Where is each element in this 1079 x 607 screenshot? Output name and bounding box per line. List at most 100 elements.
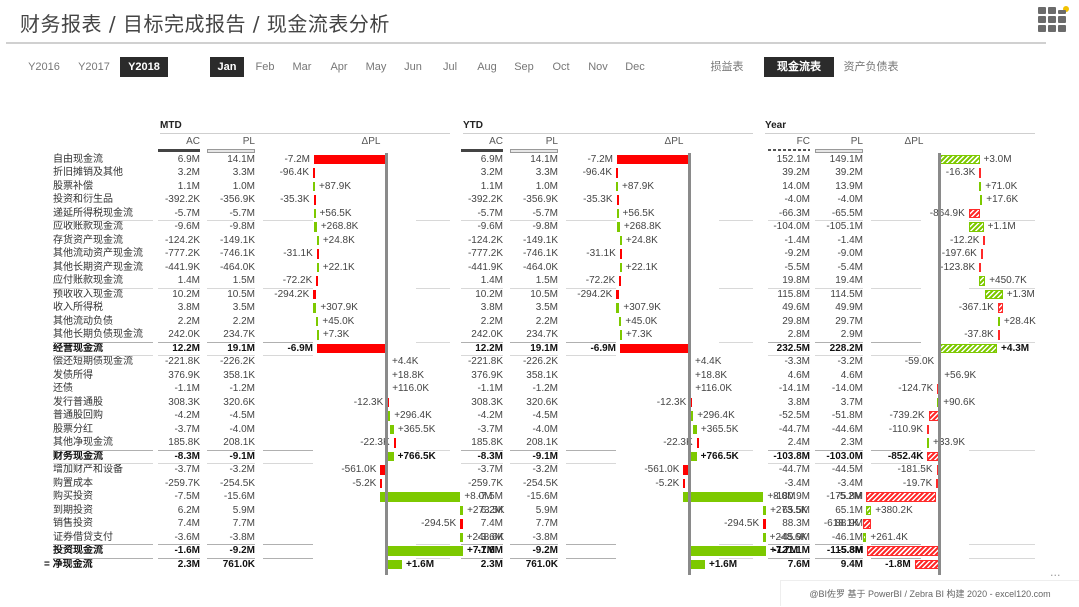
- delta-label: +365.5K: [397, 423, 436, 435]
- waterfall-axis: [688, 152, 691, 575]
- cell-fc: -14.1M: [778, 383, 810, 394]
- logo-tile: [1048, 16, 1056, 23]
- month-tab-jan[interactable]: Jan: [210, 57, 244, 77]
- month-tab-apr[interactable]: Apr: [326, 57, 352, 77]
- cell-fc: 2.4M: [787, 437, 810, 448]
- report-tab-1[interactable]: 现金流表: [764, 57, 834, 77]
- cell-pl: 358.1K: [526, 369, 558, 381]
- row-label: 股票补偿: [53, 180, 93, 192]
- waterfall-bar: [997, 303, 1003, 313]
- waterfall-bar: [616, 289, 620, 299]
- month-tab-jul[interactable]: Jul: [437, 57, 463, 77]
- month-tab-jun[interactable]: Jun: [400, 57, 426, 77]
- waterfall-bar: [380, 478, 383, 488]
- delta-label: -35.3K: [583, 194, 613, 205]
- cell-fc: 65.5M: [782, 504, 810, 516]
- logo-tile: [1058, 10, 1066, 14]
- waterfall-bar: [616, 208, 619, 218]
- delta-label: -19.7K: [902, 477, 933, 489]
- delta-label: -31.1K: [283, 248, 313, 259]
- row-label: 投资和衍生品: [53, 194, 113, 205]
- waterfall-bar: [316, 262, 319, 272]
- cell-pl: 3.3M: [535, 167, 558, 178]
- delta-label: +7.3K: [322, 329, 350, 340]
- grid-apps-icon[interactable]: [1038, 6, 1069, 34]
- waterfall-bar: [316, 276, 319, 286]
- cell-ac: -5.7M: [477, 207, 503, 219]
- column-header-delta-pl: ΔPL: [664, 136, 684, 147]
- cell-pl: 10.5M: [530, 288, 558, 300]
- cell-ac: 3.8M: [480, 302, 503, 313]
- year-tab-y2016[interactable]: Y2016: [24, 57, 64, 77]
- delta-label: -6.9M: [287, 342, 313, 354]
- month-tab-dec[interactable]: Dec: [622, 57, 648, 77]
- month-tab-oct[interactable]: Oct: [548, 57, 574, 77]
- row-separator: [566, 220, 616, 221]
- row-separator: [719, 287, 753, 289]
- month-tab-nov[interactable]: Nov: [585, 57, 611, 77]
- waterfall-bar: [313, 168, 316, 178]
- delta-label: -16.3K: [945, 167, 976, 178]
- waterfall-bar: [313, 303, 317, 313]
- cell-ac: 2.2M: [177, 315, 200, 327]
- report-tab-2[interactable]: 资产负债表: [836, 57, 906, 77]
- waterfall-bar: [867, 546, 939, 556]
- month-tab-feb[interactable]: Feb: [252, 57, 278, 77]
- cell-pl: 49.9M: [835, 302, 863, 313]
- waterfall-bar: [313, 289, 317, 299]
- year-tab-y2017[interactable]: Y2017: [74, 57, 114, 77]
- delta-label: -5.3M: [837, 545, 864, 556]
- year-tab-y2018[interactable]: Y2018: [120, 57, 168, 77]
- delta-label: +1.6M: [406, 558, 435, 570]
- delta-label: +1.1M: [987, 221, 1016, 232]
- delta-label: +18.8K: [392, 369, 425, 381]
- cell-pl: -3.2M: [837, 356, 863, 367]
- delta-label: -561.0K: [644, 464, 680, 475]
- delta-label: -12.3K: [353, 396, 384, 408]
- section-rule: [463, 133, 753, 134]
- cell-pl: 2.2M: [535, 315, 558, 327]
- row-label: 收入所得税: [53, 302, 103, 313]
- month-tab-may[interactable]: May: [363, 57, 389, 77]
- delta-label: -618.1K: [823, 518, 859, 529]
- waterfall-bar: [317, 343, 386, 353]
- logo-tile: [1048, 25, 1056, 32]
- delta-label: -6.9M: [590, 342, 616, 354]
- cell-pl: -4.5M: [532, 410, 558, 421]
- cell-ac: -3.7M: [477, 423, 503, 435]
- cell-pl: 10.5M: [227, 288, 255, 300]
- row-label: 证券借贷支付: [53, 531, 113, 543]
- row-separator: [719, 220, 753, 221]
- month-tab-aug[interactable]: Aug: [474, 57, 500, 77]
- cell-ac: -3.7M: [174, 464, 200, 475]
- cell-pl: 228.2M: [829, 342, 863, 354]
- waterfall-bar: [313, 181, 316, 191]
- row-label: 其他净现金流: [53, 437, 113, 448]
- cell-ac: 2.2M: [480, 315, 503, 327]
- delta-label: +4.4K: [392, 356, 419, 367]
- cell-ac: 185.8K: [168, 437, 200, 448]
- cell-ac: 2.3M: [177, 558, 200, 570]
- cell-pl: 7.7M: [232, 518, 255, 529]
- more-options-icon[interactable]: ...: [1050, 566, 1061, 579]
- waterfall-bar: [616, 303, 620, 313]
- month-tab-mar[interactable]: Mar: [289, 57, 315, 77]
- section-rule: [765, 133, 1035, 134]
- month-tab-sep[interactable]: Sep: [511, 57, 537, 77]
- cell-pl: -103.0M: [826, 450, 863, 462]
- waterfall-bar: [316, 235, 319, 245]
- delta-label: -561.0K: [341, 464, 377, 475]
- cell-ac: 10.2M: [475, 288, 503, 300]
- waterfall-bar: [980, 249, 984, 259]
- cell-ac: -8.3M: [174, 450, 200, 462]
- report-tab-0[interactable]: 损益表: [704, 57, 750, 77]
- cell-ac: 1.4M: [480, 275, 503, 286]
- waterfall-bar: [619, 262, 622, 272]
- row-separator: [53, 341, 153, 343]
- waterfall-bar: [866, 505, 872, 515]
- cell-ac: -9.6M: [174, 221, 200, 232]
- delta-label: +28.4K: [1003, 315, 1036, 327]
- cell-pl: 3.3M: [232, 167, 255, 178]
- row-label: 折旧摊销及其他: [53, 167, 123, 178]
- delta-label: +766.5K: [700, 450, 739, 462]
